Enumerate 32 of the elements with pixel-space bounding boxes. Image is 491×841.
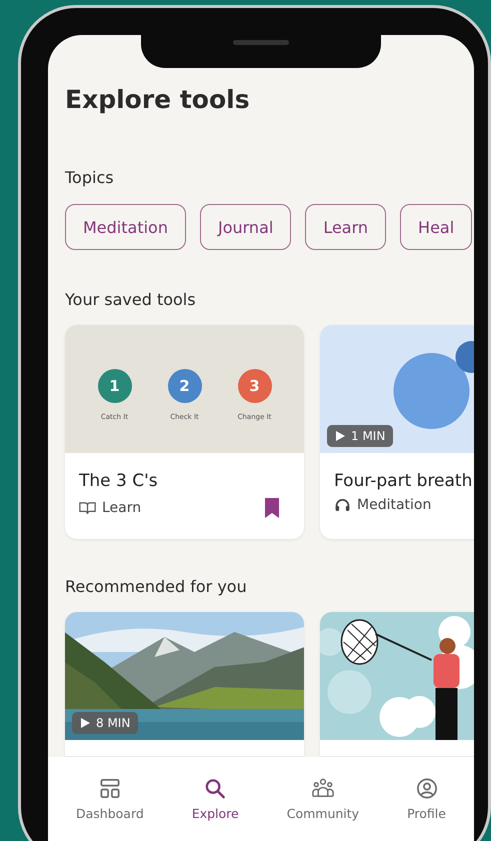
page-title: Explore tools bbox=[65, 85, 251, 114]
tool-card[interactable]: 1 MIN Four-part breath Meditation bbox=[320, 325, 474, 539]
section-heading: Your saved tools bbox=[65, 290, 197, 309]
duration-text: 1 MIN bbox=[351, 429, 386, 443]
book-icon bbox=[79, 501, 96, 515]
duration-text: 8 MIN bbox=[96, 716, 130, 730]
card-title: Four-part breath bbox=[334, 471, 472, 491]
bookmark-icon[interactable] bbox=[264, 497, 280, 519]
play-icon bbox=[335, 431, 345, 441]
topic-chip[interactable]: Heal bbox=[400, 204, 472, 250]
section-heading: Topics bbox=[65, 168, 115, 187]
section-heading: Recommended for you bbox=[65, 577, 248, 596]
category-label: Meditation bbox=[357, 497, 432, 513]
play-icon bbox=[80, 718, 90, 728]
topic-chip[interactable]: Meditation bbox=[65, 204, 186, 250]
headphones-icon bbox=[334, 498, 351, 512]
card-title: The 3 C's bbox=[79, 471, 158, 491]
topic-chip[interactable]: Journal bbox=[200, 204, 292, 250]
nav-tab[interactable]: Community bbox=[286, 777, 360, 821]
people-icon bbox=[310, 777, 335, 800]
nav-tab[interactable]: Explore bbox=[192, 777, 239, 821]
dashboard-icon bbox=[98, 777, 122, 800]
profile-icon bbox=[414, 777, 439, 800]
nav-tab[interactable]: Profile bbox=[407, 777, 446, 821]
step-number: 2 bbox=[168, 369, 202, 403]
step-number: 3 bbox=[238, 369, 272, 403]
step-number: 1 bbox=[98, 369, 132, 403]
category-label: Learn bbox=[102, 500, 142, 516]
tool-card[interactable]: 8 MIN bbox=[65, 612, 304, 756]
topic-chip[interactable]: Learn bbox=[305, 204, 386, 250]
search-icon bbox=[203, 777, 228, 800]
nav-tab[interactable]: Dashboard bbox=[76, 777, 144, 821]
